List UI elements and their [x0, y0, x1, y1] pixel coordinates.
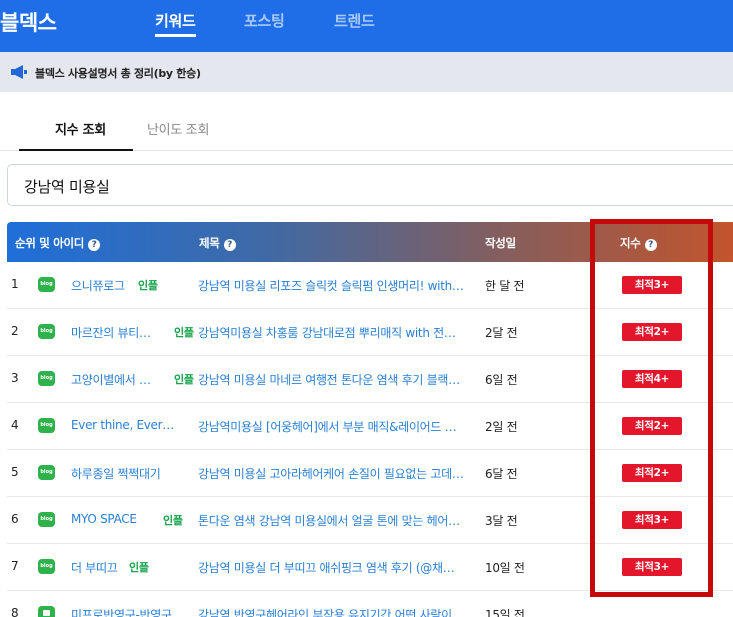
table-row[interactable]: 5 blog 하루종일 쩍쩍대기 강남역 미용실 고아라헤어케어 손질이 필요없… [7, 450, 733, 497]
post-title-link[interactable]: 강남역 미용실 리포즈 슬릭컷 슬릭펌 인생머리! with… [198, 277, 488, 294]
index-badge: 최적2+ [622, 323, 682, 341]
help-icon[interactable]: ? [223, 239, 236, 251]
blog-icon [38, 606, 55, 617]
blog-icon: blog [38, 418, 55, 433]
blog-id-link[interactable]: 마르잔의 뷰티… [71, 324, 167, 341]
index-badge: 최적3+ [622, 558, 682, 576]
influencer-badge: 인플 [138, 279, 158, 292]
blog-id-link[interactable]: MYO SPACE [71, 512, 159, 526]
rank-number: 5 [11, 465, 19, 479]
table-row[interactable]: 7 blog 더 부띠끄 인플 강남역 미용실 더 부띠끄 애쉬핑크 염색 후기… [7, 544, 733, 591]
help-icon[interactable]: ? [88, 239, 101, 251]
search-value[interactable]: 강남역 미용실 [24, 176, 110, 197]
rank-number: 3 [11, 371, 19, 385]
rank-number: 1 [11, 277, 19, 291]
blog-icon: blog [38, 512, 55, 527]
post-title-link[interactable]: 강남역미용실 차홍룸 강남대로점 뿌리매직 with 전… [198, 324, 488, 341]
column-rank-id-label: 순위 및 아이디 [15, 236, 85, 250]
table-row[interactable]: 3 blog 고양이별에서 … 인플 강남역 미용실 마네르 여행전 톤다운 염… [7, 356, 733, 403]
rank-number: 2 [11, 324, 19, 338]
table-row[interactable]: 2 blog 마르잔의 뷰티… 인플 강남역미용실 차홍룸 강남대로점 뿌리매직… [7, 309, 733, 356]
rank-number: 8 [11, 606, 19, 617]
nav-keyword[interactable]: 키워드 [155, 10, 196, 37]
rank-number: 7 [11, 559, 19, 573]
post-title-link[interactable]: 강남역 미용실 고아라헤어케어 손질이 필요없는 고데… [198, 465, 488, 482]
post-title-link[interactable]: 강남역미용실 [어웅헤어]에서 부분 매직&레이어드 … [198, 418, 488, 435]
post-date: 6일 전 [485, 373, 518, 387]
column-index-label: 지수 [620, 236, 641, 250]
tab-difficulty-lookup[interactable]: 난이도 조회 [147, 119, 209, 138]
post-date: 6달 전 [485, 467, 518, 481]
column-title-label: 제목 [199, 236, 220, 250]
index-badge: 최적2+ [622, 464, 682, 482]
blog-icon: blog [38, 371, 55, 386]
table-row[interactable]: 8 미프로반영구-반영구… 강남역 반영구헤어라인 부작용 유지기간 어떤 사람… [7, 591, 733, 617]
blog-id-link[interactable]: 미프로반영구-반영구… [71, 606, 195, 617]
index-badge: 최적2+ [622, 417, 682, 435]
index-badge: 최적3+ [622, 276, 682, 294]
post-date: 한 달 전 [485, 279, 525, 293]
keyword-search-input[interactable]: 강남역 미용실 [7, 164, 733, 206]
column-title: 제목? [199, 235, 236, 251]
notice-text[interactable]: 블덱스 사용설명서 총 정리(by 한승) [35, 65, 201, 81]
blog-id-link[interactable]: Ever thine, Ever… [71, 418, 193, 432]
column-date: 작성일 [485, 235, 516, 251]
blog-id-link[interactable]: 으니쮸로그 [71, 277, 139, 294]
megaphone-icon [11, 65, 27, 79]
influencer-badge: 인플 [129, 561, 149, 574]
column-index: 지수? [620, 235, 657, 251]
help-icon[interactable]: ? [644, 239, 657, 251]
blog-icon: blog [38, 324, 55, 339]
nav-posting[interactable]: 포스팅 [244, 10, 285, 31]
column-rank-id: 순위 및 아이디? [15, 235, 101, 251]
tab-index-lookup[interactable]: 지수 조회 [55, 119, 106, 138]
table-row[interactable]: 1 blog 으니쮸로그 인플 강남역 미용실 리포즈 슬릭컷 슬릭펌 인생머리… [7, 262, 733, 309]
app-logo[interactable]: 블덱스 [0, 7, 57, 37]
post-title-link[interactable]: 톤다운 염색 강남역 미용실에서 얼굴 톤에 맞는 헤어… [198, 512, 488, 529]
post-date: 2일 전 [485, 420, 518, 434]
post-title-link[interactable]: 강남역 미용실 마네르 여행전 톤다운 염색 후기 블랙… [198, 371, 488, 388]
column-date-label: 작성일 [485, 236, 516, 250]
influencer-badge: 인플 [174, 373, 194, 386]
main-card: 지수 조회 난이도 조회 강남역 미용실 순위 및 아이디? 제목? 작성일 지… [0, 92, 733, 617]
top-navigation-bar: 블덱스 키워드 포스팅 트렌드 [0, 0, 733, 52]
blog-icon: blog [38, 559, 55, 574]
blog-id-link[interactable]: 하루종일 쩍쩍대기 [71, 465, 193, 482]
post-title-link[interactable]: 강남역 반영구헤어라인 부작용 유지기간 어떤 사람이… [198, 606, 488, 617]
rank-number: 4 [11, 418, 19, 432]
nav-trend[interactable]: 트렌드 [334, 10, 375, 31]
active-tab-indicator [19, 149, 133, 151]
index-badge: 최적3+ [622, 511, 682, 529]
blog-id-link[interactable]: 고양이별에서 … [71, 371, 167, 388]
rank-number: 6 [11, 512, 19, 526]
table-header: 순위 및 아이디? 제목? 작성일 지수? [7, 222, 733, 262]
post-date: 2달 전 [485, 326, 518, 340]
post-date: 3달 전 [485, 514, 518, 528]
table-row[interactable]: 4 blog Ever thine, Ever… 강남역미용실 [어웅헤어]에서… [7, 403, 733, 450]
blog-icon: blog [38, 465, 55, 480]
blog-icon: blog [38, 277, 55, 292]
table-row[interactable]: 6 blog MYO SPACE 인플 톤다운 염색 강남역 미용실에서 얼굴 … [7, 497, 733, 544]
post-date: 10일 전 [485, 561, 525, 575]
index-badge: 최적4+ [622, 370, 682, 388]
influencer-badge: 인플 [174, 326, 194, 339]
notice-bar[interactable]: 블덱스 사용설명서 총 정리(by 한승) [0, 52, 733, 92]
post-title-link[interactable]: 강남역 미용실 더 부띠끄 애쉬핑크 염색 후기 (@채… [198, 559, 488, 576]
influencer-badge: 인플 [163, 514, 183, 527]
blog-id-link[interactable]: 더 부띠끄 [71, 559, 127, 576]
post-date: 15일 전 [485, 608, 525, 617]
